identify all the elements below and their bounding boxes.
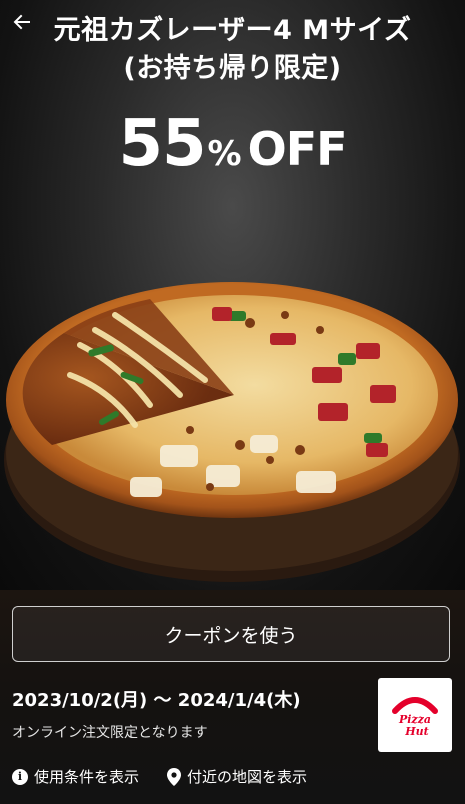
discount-percent: % (207, 134, 242, 174)
logo-text-line-2: Hut (404, 725, 428, 738)
hero-section: 元祖カズレーザー4 Mサイズ (お持ち帰り限定) 55% OFF (0, 0, 465, 590)
terms-link-label: 使用条件を表示 (34, 768, 140, 786)
coupon-panel: クーポンを使う 2023/10/2(月) 〜 2024/1/4(木) オンライン… (0, 590, 465, 804)
map-link[interactable]: 付近の地図を表示 (167, 766, 307, 787)
location-pin-icon (167, 767, 182, 786)
discount-label: 55% OFF (0, 104, 465, 184)
online-only-note: オンライン注文限定となります (12, 725, 208, 741)
footer-links: i 使用条件を表示 付近の地図を表示 (12, 766, 452, 787)
info-icon: i (12, 768, 28, 785)
discount-off: OFF (247, 122, 348, 176)
validity-period: 2023/10/2(月) 〜 2024/1/4(木) (12, 690, 301, 711)
map-link-label: 付近の地図を表示 (187, 768, 308, 786)
pizza-image (0, 255, 465, 590)
discount-number: 55 (118, 107, 206, 181)
coupon-title: 元祖カズレーザー4 Mサイズ (お持ち帰り限定) (0, 12, 465, 88)
terms-link[interactable]: i 使用条件を表示 (12, 766, 139, 787)
pizza-hut-logo: Pizza Hut (378, 678, 452, 752)
title-line-2: (お持ち帰り限定) (123, 53, 342, 84)
use-coupon-button[interactable]: クーポンを使う (12, 606, 450, 662)
title-line-1: 元祖カズレーザー4 Mサイズ (53, 15, 412, 46)
